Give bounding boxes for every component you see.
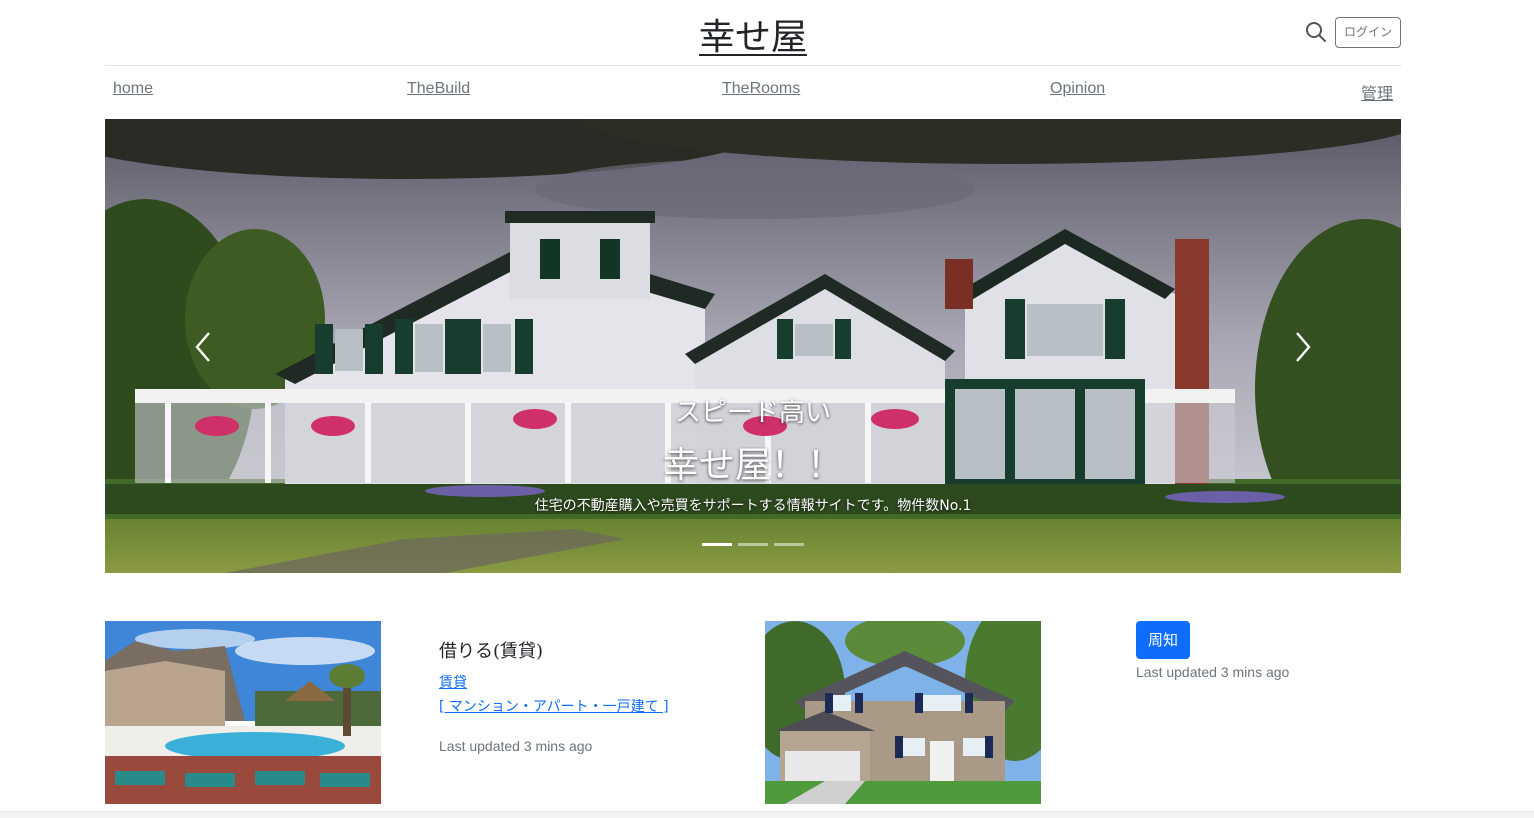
search-icon[interactable]	[1305, 21, 1327, 43]
carousel-next-icon[interactable]	[1287, 327, 1317, 367]
carousel-text: 住宅の不動産購入や売買をサポートする情報サイトです。物件数No.1	[534, 498, 972, 514]
house-image	[765, 621, 1041, 804]
carousel-indicator[interactable]	[774, 543, 804, 546]
nav-item-home[interactable]: home	[113, 80, 153, 98]
notice-button[interactable]: 周知	[1136, 621, 1191, 659]
bottom-scroll-edge	[0, 811, 1534, 818]
resort-pool-image	[105, 621, 381, 804]
page-container: 幸せ屋 ログイン home TheBuild TheRooms Opinion …	[105, 0, 1401, 573]
login-button[interactable]: ログイン	[1334, 17, 1401, 48]
notice-last-updated: Last updated 3 mins ago	[1136, 664, 1290, 680]
carousel-subtitle: スピード高い	[674, 398, 831, 428]
rent-category-link[interactable]: [ マンション・アパート・一戸建て ]	[439, 696, 669, 716]
carousel-title: 幸せ屋！！	[662, 445, 843, 486]
nav-item-therooms[interactable]: TheRooms	[722, 80, 800, 98]
carousel-indicator[interactable]	[738, 543, 768, 546]
site-brand[interactable]: 幸せ屋	[699, 8, 807, 60]
hero-carousel[interactable]: スピード高い 幸せ屋！！ 住宅の不動産購入や売買をサポートする情報サイトです。物…	[105, 119, 1401, 573]
carousel-indicator[interactable]	[702, 543, 732, 546]
nav-item-admin[interactable]: 管理	[1361, 80, 1393, 104]
nav-item-thebuild[interactable]: TheBuild	[407, 80, 470, 98]
rent-last-updated: Last updated 3 mins ago	[439, 738, 593, 754]
carousel-prev-icon[interactable]	[189, 327, 219, 367]
carousel-indicators	[702, 543, 806, 547]
rent-link[interactable]: 賃貸	[439, 672, 467, 692]
card-title-rent: 借りる(賃貸)	[439, 641, 544, 662]
site-header: 幸せ屋 ログイン	[105, 0, 1401, 66]
main-nav: home TheBuild TheRooms Opinion 管理	[105, 67, 1401, 119]
nav-item-opinion[interactable]: Opinion	[1050, 80, 1105, 98]
